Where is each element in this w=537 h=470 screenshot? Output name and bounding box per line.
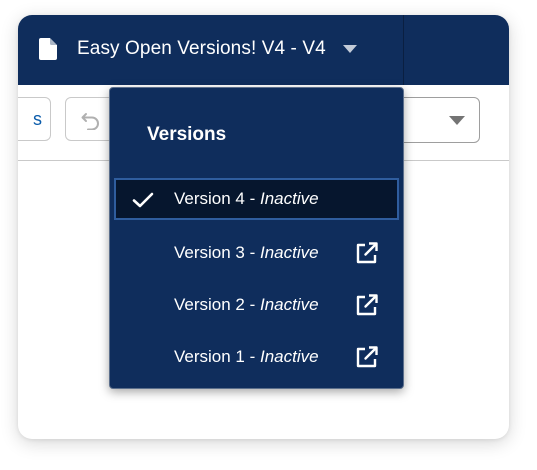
document-icon [39, 38, 57, 60]
header-divider [403, 15, 404, 85]
toolbar-button-left-label: s [33, 109, 42, 129]
toolbar-button-left[interactable]: s [18, 97, 51, 141]
external-link-icon[interactable] [355, 293, 379, 317]
undo-button[interactable] [65, 97, 115, 141]
chevron-down-icon [449, 116, 465, 125]
version-item-1[interactable]: Version 1 - Inactive [114, 336, 399, 378]
version-item-2[interactable]: Version 2 - Inactive [114, 284, 399, 326]
header-bar: Easy Open Versions! V4 - V4 [18, 15, 509, 85]
undo-icon [81, 113, 99, 130]
version-item-label: Version 1 - Inactive [174, 347, 319, 366]
external-link-icon[interactable] [355, 241, 379, 265]
versions-menu-heading: Versions [147, 124, 227, 145]
flow-title: Easy Open Versions! V4 - V4 [77, 38, 326, 59]
screen: Easy Open Versions! V4 - V4 s out V [0, 0, 537, 470]
version-item-label: Version 4 - Inactive [174, 189, 319, 208]
version-item-label: Version 2 - Inactive [174, 295, 319, 314]
external-link-icon[interactable] [355, 345, 379, 369]
chevron-down-icon [342, 45, 357, 53]
version-item-4[interactable]: Version 4 - Inactive [114, 178, 399, 220]
version-item-label: Version 3 - Inactive [174, 243, 319, 262]
versions-dropdown-menu: Versions Version 4 - Inactive Version 3 … [109, 87, 404, 389]
version-item-3[interactable]: Version 3 - Inactive [114, 232, 399, 274]
version-selector-trigger[interactable]: Easy Open Versions! V4 - V4 [39, 15, 357, 83]
checkmark-icon [132, 192, 154, 208]
